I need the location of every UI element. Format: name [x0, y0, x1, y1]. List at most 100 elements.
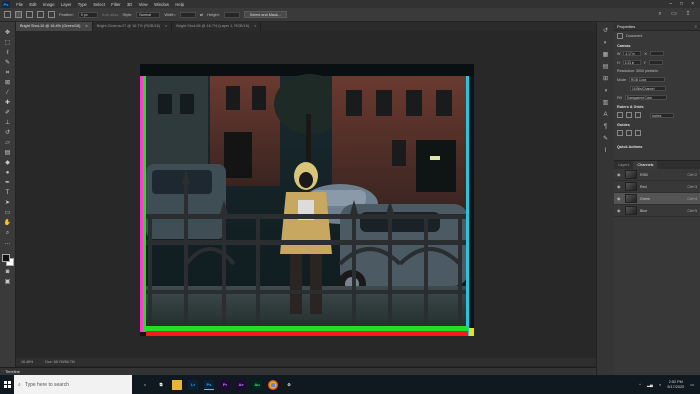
width-input[interactable]	[179, 11, 196, 18]
document-canvas[interactable]	[140, 64, 474, 336]
feather-input[interactable]: 0 px	[77, 11, 98, 18]
gradient-tool-icon[interactable]: ▤	[4, 150, 12, 157]
menu-select[interactable]: Select	[90, 2, 108, 7]
frame-tool-icon[interactable]: ⊠	[4, 80, 12, 87]
properties-panel-header[interactable]: Properties ≡	[614, 22, 700, 31]
audition-icon[interactable]: Au	[252, 379, 262, 390]
zoom-level[interactable]: 16.46%	[21, 360, 33, 364]
maximize-icon[interactable]: □	[680, 1, 683, 7]
antialias-checkbox[interactable]: Anti-alias	[102, 12, 118, 17]
canvas-y-input[interactable]	[649, 60, 664, 65]
photoshop-taskbar-icon[interactable]: Ps	[204, 379, 214, 390]
task-view-icon[interactable]: ⧉	[156, 380, 166, 390]
settings-icon[interactable]: ⚙	[284, 380, 294, 390]
path-select-tool-icon[interactable]: ➤	[4, 200, 12, 207]
chrome-icon[interactable]	[268, 379, 278, 390]
brushes-icon[interactable]: ✎	[602, 136, 610, 143]
guides-visibility-icon[interactable]	[617, 130, 623, 136]
swap-icon[interactable]: ⇄	[200, 12, 203, 17]
tab-channels[interactable]: Channels	[633, 161, 658, 169]
select-and-mask-button[interactable]: Select and Mask...	[243, 11, 287, 18]
pen-tool-icon[interactable]: ✒	[4, 180, 12, 187]
menu-image[interactable]: Image	[40, 2, 58, 7]
panel-menu-icon[interactable]: ≡	[695, 24, 700, 29]
foreground-color-swatch[interactable]	[1, 254, 10, 262]
units-select[interactable]: Inches	[650, 112, 674, 118]
color-icon[interactable]: ◐	[602, 40, 610, 47]
grid-icon[interactable]	[626, 112, 632, 118]
fill-select[interactable]: Transparent Color	[624, 95, 667, 100]
canvas-x-input[interactable]	[649, 51, 664, 56]
cortana-icon[interactable]: ○	[140, 380, 150, 390]
lasso-tool-icon[interactable]: ℓ	[4, 50, 12, 57]
eyedropper-tool-icon[interactable]: ⁄	[4, 90, 12, 97]
volume-icon[interactable]: ◖	[659, 382, 661, 387]
adjustments-icon[interactable]: ◑	[602, 88, 610, 95]
search-icon[interactable]: ⌕	[656, 11, 664, 18]
character-icon[interactable]: A	[602, 112, 610, 119]
eraser-tool-icon[interactable]: ▱	[4, 140, 12, 147]
channel-row-green[interactable]: ◉ Green Ctrl+4	[614, 193, 700, 205]
tab-bright-shot-08[interactable]: Bright Shot-08 @ 16.7% (Layer 1, RGB/16)…	[172, 22, 262, 31]
subtract-selection-icon[interactable]	[37, 11, 44, 18]
menu-window[interactable]: Window	[151, 2, 172, 7]
channel-row-rgb[interactable]: ◉ RGB Ctrl+2	[614, 169, 700, 181]
canvas-area[interactable]	[16, 31, 596, 358]
marquee-tool-icon[interactable]: ⬚	[4, 40, 12, 47]
blur-tool-icon[interactable]: ◆	[4, 160, 12, 167]
crop-tool-icon[interactable]: ⌗	[4, 70, 12, 77]
patterns-icon[interactable]: ⊞	[602, 76, 610, 83]
brush-tool-icon[interactable]: ✐	[4, 110, 12, 117]
channel-row-red[interactable]: ◉ Red Ctrl+3	[614, 181, 700, 193]
eye-icon[interactable]: ◉	[617, 196, 622, 201]
close-tab-icon[interactable]: ×	[85, 24, 87, 28]
shape-tool-icon[interactable]: ▭	[4, 210, 12, 217]
workspace-icon[interactable]: ▭	[670, 11, 678, 18]
color-swatches[interactable]	[1, 254, 14, 266]
move-tool-icon[interactable]: ✥	[4, 30, 12, 37]
quick-mask-icon[interactable]: ◙	[4, 269, 12, 276]
guides-lock-icon[interactable]	[626, 130, 632, 136]
history-icon[interactable]: ↺	[602, 28, 610, 35]
quick-select-tool-icon[interactable]: ✎	[4, 60, 12, 67]
tab-bright-cinema-07[interactable]: Bright Cinema-07 @ 16.7% (RGB/16) ×	[93, 22, 173, 31]
guides-color-icon[interactable]	[635, 130, 641, 136]
channel-row-blue[interactable]: ◉ Blue Ctrl+5	[614, 205, 700, 217]
menu-help[interactable]: Help	[172, 2, 187, 7]
close-tab-icon[interactable]: ×	[254, 24, 256, 28]
height-input[interactable]	[223, 11, 240, 18]
hand-tool-icon[interactable]: ✋	[4, 220, 12, 227]
stamp-tool-icon[interactable]: ⊥	[4, 120, 12, 127]
zoom-tool-icon[interactable]: ⌕	[4, 230, 12, 237]
share-icon[interactable]: ⇪	[684, 11, 692, 18]
screen-mode-icon[interactable]: ▣	[4, 279, 12, 286]
bit-depth-select[interactable]: 16 Bits/Channel	[630, 86, 666, 91]
guides-section-title[interactable]: Guides	[614, 120, 700, 128]
more-tools-icon[interactable]: …	[4, 240, 12, 247]
type-tool-icon[interactable]: T	[4, 190, 12, 197]
lightroom-icon[interactable]: Lr	[188, 379, 198, 390]
eye-icon[interactable]: ◉	[617, 208, 622, 213]
rulers-grids-section-title[interactable]: Rulers & Grids	[614, 102, 700, 110]
tab-layers[interactable]: Layers	[614, 161, 633, 169]
menu-layer[interactable]: Layer	[58, 2, 75, 7]
menu-edit[interactable]: Edit	[26, 2, 40, 7]
menu-filter[interactable]: Filter	[108, 2, 124, 7]
style-select[interactable]: Normal	[136, 11, 161, 18]
start-button[interactable]	[0, 375, 14, 394]
grid-options-icon[interactable]	[635, 112, 641, 118]
color-mode-select[interactable]: RGB Color	[629, 77, 665, 82]
premiere-icon[interactable]: Pr	[220, 379, 230, 390]
paths-icon[interactable]: ⌇	[602, 148, 610, 155]
paragraph-icon[interactable]: ¶	[602, 124, 610, 131]
canvas-height-input[interactable]: 3.33 in	[622, 60, 641, 65]
document-info[interactable]: Doc: 68.7M/68.7M	[45, 360, 74, 364]
add-selection-icon[interactable]	[26, 11, 33, 18]
timeline-panel[interactable]: Timeline	[0, 367, 596, 375]
menu-type[interactable]: Type	[75, 2, 90, 7]
eye-icon[interactable]: ◉	[617, 184, 622, 189]
new-selection-icon[interactable]	[15, 11, 22, 18]
system-tray-chevron-icon[interactable]: ^	[639, 382, 641, 387]
gradients-icon[interactable]: ▤	[602, 64, 610, 71]
libraries-icon[interactable]: ▥	[602, 100, 610, 107]
